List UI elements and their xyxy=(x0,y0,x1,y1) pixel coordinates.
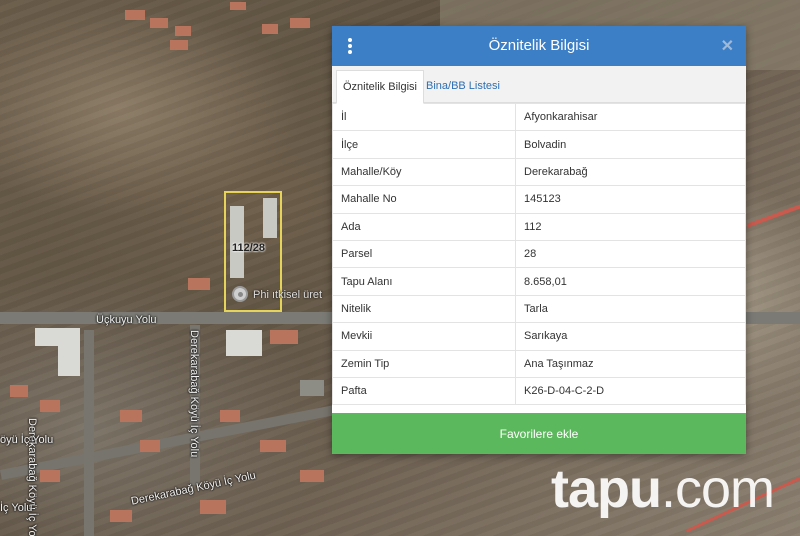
row-key: Mahalle/Köy xyxy=(332,157,516,187)
popup-tabs: Öznitelik Bilgisi Bina/BB Listesi xyxy=(332,66,746,104)
row-value: Sarıkaya xyxy=(515,322,746,351)
building xyxy=(262,24,278,34)
row-key: İlçe xyxy=(332,130,516,159)
row-key: Zemin Tip xyxy=(332,349,516,378)
add-to-favorites-button[interactable]: Favorilere ekle xyxy=(332,413,746,454)
building xyxy=(260,440,286,452)
building xyxy=(300,380,324,396)
building xyxy=(230,2,246,10)
row-key: Mahalle No xyxy=(332,185,516,214)
building xyxy=(120,410,142,422)
building xyxy=(300,470,324,482)
building xyxy=(150,18,168,28)
row-value: 8.658,01 xyxy=(515,267,746,296)
building xyxy=(175,26,191,36)
popup-title: Öznitelik Bilgisi xyxy=(488,37,590,54)
parcel-label: 112/28 xyxy=(232,242,266,254)
table-row: Zemin Tip Ana Taşınmaz xyxy=(332,349,746,378)
row-value: Tarla xyxy=(515,294,746,324)
building xyxy=(140,440,160,452)
building xyxy=(125,10,145,20)
building xyxy=(40,400,60,412)
building xyxy=(188,278,210,290)
location-marker-icon[interactable] xyxy=(232,286,248,302)
table-row: Mahalle/Köy Derekarabağ xyxy=(332,157,746,187)
road-label: Derekarabağ Köyü İç Yolu xyxy=(188,330,200,458)
row-key: Ada xyxy=(332,212,516,241)
building xyxy=(290,18,310,28)
table-row: Tapu Alanı 8.658,01 xyxy=(332,267,746,296)
close-icon[interactable]: ✕ xyxy=(721,36,734,56)
table-row: İlçe Bolvadin xyxy=(332,130,746,159)
road-label: öyü İç Yolu xyxy=(0,434,54,446)
tapu-logo: tapu.com xyxy=(550,458,775,520)
marker-label: Phi ıtkisel üret xyxy=(253,289,323,301)
table-row: Nitelik Tarla xyxy=(332,294,746,324)
building-roof xyxy=(263,198,277,238)
building xyxy=(226,330,262,356)
table-row: Mevkii Sarıkaya xyxy=(332,322,746,351)
tab-building-list[interactable]: Bina/BB Listesi xyxy=(420,70,506,102)
row-key: Mevkii xyxy=(332,322,516,351)
road xyxy=(84,330,94,536)
logo-suffix: .com xyxy=(660,459,775,519)
building xyxy=(220,410,240,422)
building xyxy=(200,500,226,514)
logo-brand: tapu xyxy=(550,459,662,519)
building xyxy=(170,40,188,50)
row-value: 28 xyxy=(515,239,746,269)
popup-header: Öznitelik Bilgisi ✕ xyxy=(332,26,746,66)
road-label: Üçkuyu Yolu xyxy=(96,314,157,326)
table-row: Parsel 28 xyxy=(332,239,746,269)
row-key: Tapu Alanı xyxy=(332,267,516,296)
building xyxy=(40,470,60,482)
row-value: Bolvadin xyxy=(515,130,746,159)
table-row: İl Afyonkarahisar xyxy=(332,102,746,132)
table-row: Mahalle No 145123 xyxy=(332,185,746,214)
row-value: Derekarabağ xyxy=(515,157,746,187)
table-row: Pafta K26-D-04-C-2-D xyxy=(332,376,746,406)
tab-attribute-info[interactable]: Öznitelik Bilgisi xyxy=(336,70,424,104)
road-label: İç Yolu xyxy=(0,502,33,514)
row-value: Afyonkarahisar xyxy=(515,102,746,132)
attribute-table: İl Afyonkarahisar İlçe Bolvadin Mahalle/Kö… xyxy=(332,102,746,406)
building xyxy=(110,510,132,522)
row-value: 145123 xyxy=(515,185,746,214)
row-key: Parsel xyxy=(332,239,516,269)
attribute-info-popup: Öznitelik Bilgisi ✕ Öznitelik Bilgisi Bi… xyxy=(332,26,746,454)
building xyxy=(10,385,28,397)
building xyxy=(270,330,298,344)
row-value: K26-D-04-C-2-D xyxy=(515,376,746,406)
building xyxy=(58,338,80,376)
row-key: Pafta xyxy=(332,376,516,406)
row-key: Nitelik xyxy=(332,294,516,324)
row-value: Ana Taşınmaz xyxy=(515,349,746,378)
row-value: 112 xyxy=(515,212,746,241)
table-row: Ada 112 xyxy=(332,212,746,241)
row-key: İl xyxy=(332,102,516,132)
